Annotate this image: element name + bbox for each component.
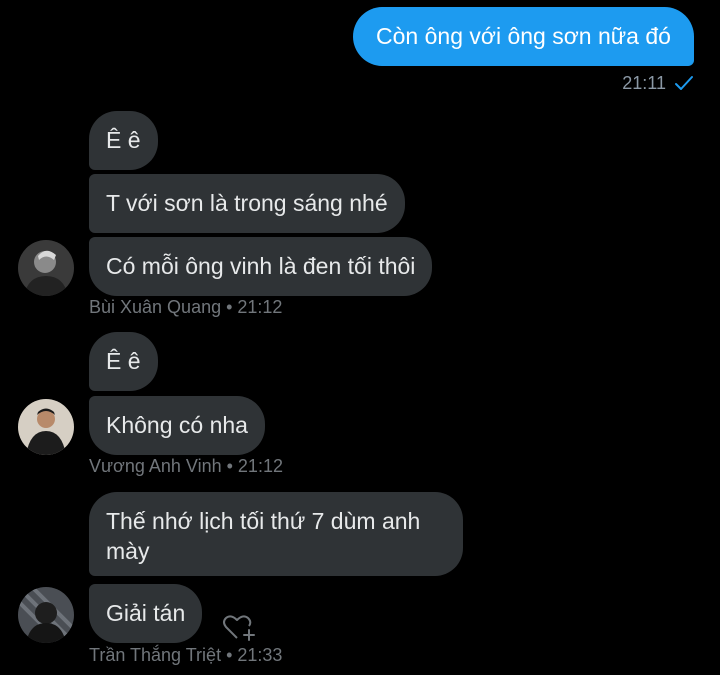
avatar-image (18, 399, 74, 455)
outgoing-message-time: 21:11 (622, 72, 666, 93)
heart-plus-icon[interactable] (221, 612, 257, 642)
avatar[interactable] (18, 399, 74, 455)
message-bubble[interactable]: Thế nhớ lịch tối thứ 7 dùm anh mày (89, 492, 463, 576)
avatar[interactable] (18, 587, 74, 643)
message-bubble[interactable]: Giải tán (89, 584, 203, 643)
message-bubble[interactable]: T với sơn là trong sáng nhé (89, 174, 405, 233)
sender-meta: Trần Thắng Triệt • 21:33 (89, 645, 283, 665)
avatar-image (18, 587, 74, 643)
message-bubble[interactable]: Không có nha (89, 396, 265, 455)
avatar-image (18, 240, 74, 296)
sender-meta: Vương Anh Vinh • 21:12 (89, 456, 283, 476)
message-bubble[interactable]: Ê ê (89, 332, 158, 391)
message-bubble[interactable]: Ê ê (89, 111, 158, 170)
message-bubble[interactable]: Có mỗi ông vinh là đen tối thôi (89, 237, 433, 296)
check-icon (675, 76, 693, 90)
outgoing-message-meta: 21:11 (622, 70, 694, 96)
sender-meta: Bùi Xuân Quang • 21:12 (89, 297, 283, 317)
avatar[interactable] (18, 240, 74, 296)
outgoing-message-bubble[interactable]: Còn ông với ông sơn nữa đó (353, 7, 694, 66)
